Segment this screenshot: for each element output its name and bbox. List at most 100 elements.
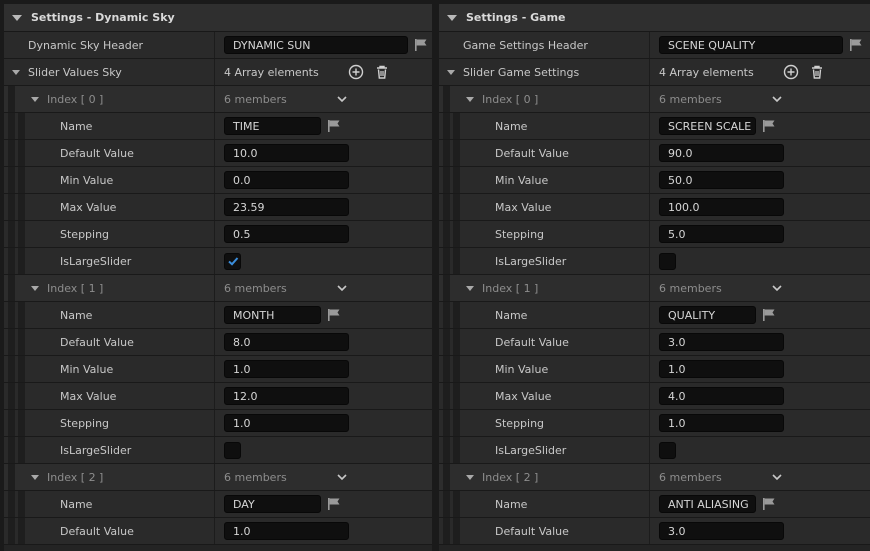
localization-flag-icon[interactable] [327, 497, 341, 511]
is-large-slider-checkbox[interactable] [224, 441, 241, 459]
default-value-input[interactable]: 3.0 [659, 333, 784, 351]
members-dropdown[interactable]: 6 members [224, 471, 348, 484]
collapse-triangle-icon[interactable] [447, 14, 457, 21]
is-large-slider-checkbox[interactable] [659, 252, 676, 270]
expand-triangle-icon[interactable] [31, 96, 39, 102]
chevron-down-icon[interactable] [771, 471, 783, 483]
max-value-input[interactable]: 23.59 [224, 198, 349, 216]
min-value-input[interactable]: 0.0 [224, 171, 349, 189]
property-value-column: 1.0 [214, 518, 432, 544]
name-text-input[interactable]: SCREEN SCALE [659, 117, 756, 135]
default-value-input[interactable]: 1.0 [224, 522, 349, 540]
members-dropdown[interactable]: 6 members [659, 282, 783, 295]
localization-flag-icon[interactable] [762, 119, 776, 133]
header-text-input[interactable]: SCENE QUALITY [659, 36, 843, 54]
name-text-input[interactable]: ANTI ALIASING [659, 495, 756, 513]
header-text-input[interactable]: DYNAMIC SUN [224, 36, 408, 54]
chevron-down-icon[interactable] [771, 282, 783, 294]
stepping-value-input[interactable]: 1.0 [224, 414, 349, 432]
indent-rail [453, 383, 460, 409]
default-value-input[interactable]: 10.0 [224, 144, 349, 162]
default-value-input[interactable]: 90.0 [659, 144, 784, 162]
min-value-input[interactable]: 1.0 [659, 360, 784, 378]
stepping-value-input[interactable]: 1.0 [659, 414, 784, 432]
chevron-down-icon[interactable] [336, 282, 348, 294]
max-value-input[interactable]: 100.0 [659, 198, 784, 216]
localization-flag-icon[interactable] [327, 119, 341, 133]
chevron-down-icon[interactable] [771, 93, 783, 105]
indent-rail [8, 491, 15, 517]
indent-rail [453, 410, 460, 436]
property-name-column: IsLargeSlider [60, 437, 131, 463]
indent-rail [8, 356, 15, 382]
is-large-slider-checkbox[interactable] [224, 252, 241, 270]
expand-triangle-icon[interactable] [466, 96, 474, 102]
indent-rail [8, 437, 15, 463]
property-row: Game Settings Header SCENE QUALITY [439, 32, 870, 59]
min-value-input[interactable]: 1.0 [224, 360, 349, 378]
localization-flag-icon[interactable] [849, 38, 863, 52]
indent-rail [18, 167, 25, 193]
min-value-input[interactable]: 50.0 [659, 171, 784, 189]
member-label: IsLargeSlider [495, 443, 567, 457]
property-name-column: IsLargeSlider [60, 248, 131, 274]
max-value-input[interactable]: 4.0 [659, 387, 784, 405]
property-name-column: Index [ 1 ] [31, 275, 103, 301]
localization-flag-icon[interactable] [762, 497, 776, 511]
member-row-stepping: Stepping 5.0 [439, 221, 870, 248]
stepping-value-input[interactable]: 0.5 [224, 225, 349, 243]
members-dropdown[interactable]: 6 members [224, 93, 348, 106]
section-header[interactable]: Settings - Game [439, 4, 870, 32]
member-row-default: Default Value 1.0 [4, 518, 432, 545]
chevron-down-icon[interactable] [336, 471, 348, 483]
expand-triangle-icon[interactable] [12, 69, 20, 75]
member-label: Stepping [495, 227, 545, 241]
expand-triangle-icon[interactable] [466, 474, 474, 480]
property-name-column: Default Value [495, 140, 569, 166]
chevron-down-icon[interactable] [336, 93, 348, 105]
indent-rail [453, 221, 460, 247]
array-index-row: Index [ 1 ] 6 members [4, 275, 432, 302]
expand-triangle-icon[interactable] [466, 285, 474, 291]
section-header[interactable]: Settings - Dynamic Sky [4, 4, 432, 32]
expand-triangle-icon[interactable] [31, 474, 39, 480]
index-label: Index [ 0 ] [47, 92, 104, 106]
property-value-column: 6 members [649, 464, 870, 490]
indent-rail [443, 167, 450, 193]
default-value-input[interactable]: 8.0 [224, 333, 349, 351]
delete-element-icon[interactable] [809, 64, 825, 80]
name-text-input[interactable]: MONTH [224, 306, 321, 324]
name-text-input[interactable]: DAY [224, 495, 321, 513]
localization-flag-icon[interactable] [414, 38, 428, 52]
members-dropdown[interactable]: 6 members [659, 471, 783, 484]
property-value-column: MONTH [214, 302, 432, 328]
property-name-column: Stepping [60, 221, 109, 247]
members-count: 6 members [224, 92, 287, 106]
property-name-column: Default Value [495, 329, 569, 355]
default-value-input[interactable]: 3.0 [659, 522, 784, 540]
members-dropdown[interactable]: 6 members [659, 93, 783, 106]
name-text-input[interactable]: QUALITY [659, 306, 756, 324]
localization-flag-icon[interactable] [762, 308, 776, 322]
indent-rail [443, 437, 450, 463]
expand-triangle-icon[interactable] [447, 69, 455, 75]
collapse-triangle-icon[interactable] [12, 14, 22, 21]
header-label: Dynamic Sky Header [28, 38, 144, 52]
property-value-column: 100.0 [649, 194, 870, 220]
is-large-slider-checkbox[interactable] [659, 441, 676, 459]
indent-rail [8, 113, 15, 139]
localization-flag-icon[interactable] [327, 308, 341, 322]
expand-triangle-icon[interactable] [31, 285, 39, 291]
members-dropdown[interactable]: 6 members [224, 282, 348, 295]
add-element-icon[interactable] [783, 64, 799, 80]
name-text-input[interactable]: TIME [224, 117, 321, 135]
indent-rail [18, 383, 25, 409]
max-value-input[interactable]: 12.0 [224, 387, 349, 405]
add-element-icon[interactable] [348, 64, 364, 80]
member-row-max: Max Value 23.59 [4, 194, 432, 221]
indent-rail [453, 248, 460, 274]
delete-element-icon[interactable] [374, 64, 390, 80]
stepping-value-input[interactable]: 5.0 [659, 225, 784, 243]
indent-rail [8, 518, 15, 544]
property-value-column: SCREEN SCALE [649, 113, 870, 139]
